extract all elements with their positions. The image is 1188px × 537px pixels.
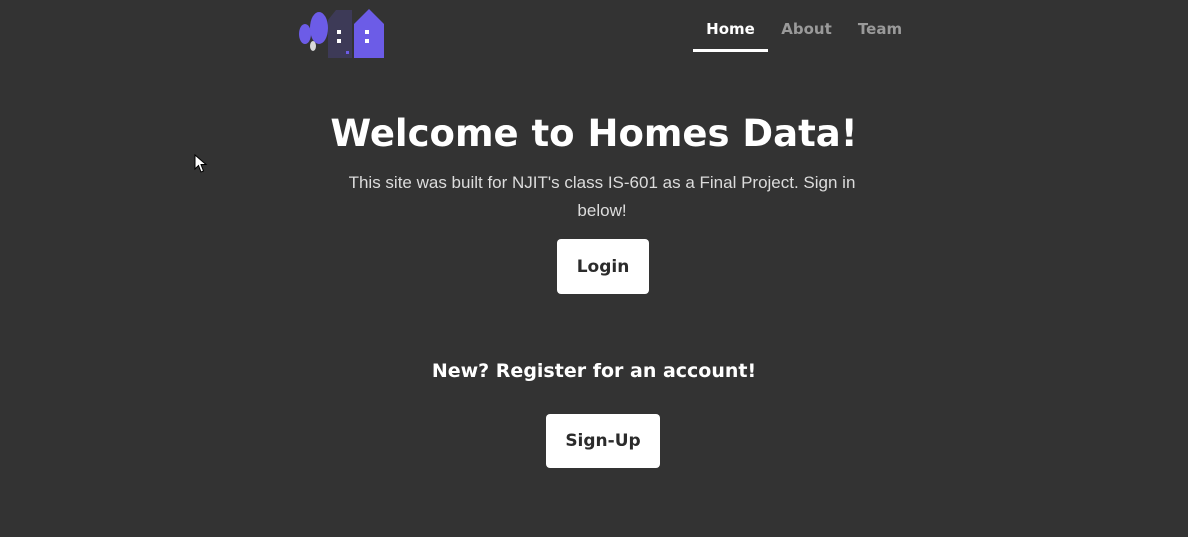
signup-button[interactable]: Sign-Up	[546, 414, 660, 468]
active-tab-indicator	[693, 49, 768, 52]
nav-item-label: Team	[857, 20, 903, 38]
login-button[interactable]: Login	[557, 239, 649, 294]
nav-item-team[interactable]: Team	[845, 0, 915, 52]
nav-item-about[interactable]: About	[768, 0, 845, 52]
house-trees-logo-icon[interactable]	[296, 6, 386, 60]
nav-item-label: Home	[706, 20, 755, 38]
mouse-cursor-icon	[194, 153, 208, 174]
register-prompt: New? Register for an account!	[431, 360, 757, 382]
page-title: Welcome to Homes Data!	[330, 112, 858, 155]
nav-item-label: About	[781, 20, 832, 38]
site-header: Home About Team	[0, 0, 1188, 60]
nav-item-home[interactable]: Home	[693, 0, 768, 52]
page-subtitle: This site was built for NJIT's class IS-…	[348, 173, 856, 220]
main-nav: Home About Team	[693, 0, 915, 52]
